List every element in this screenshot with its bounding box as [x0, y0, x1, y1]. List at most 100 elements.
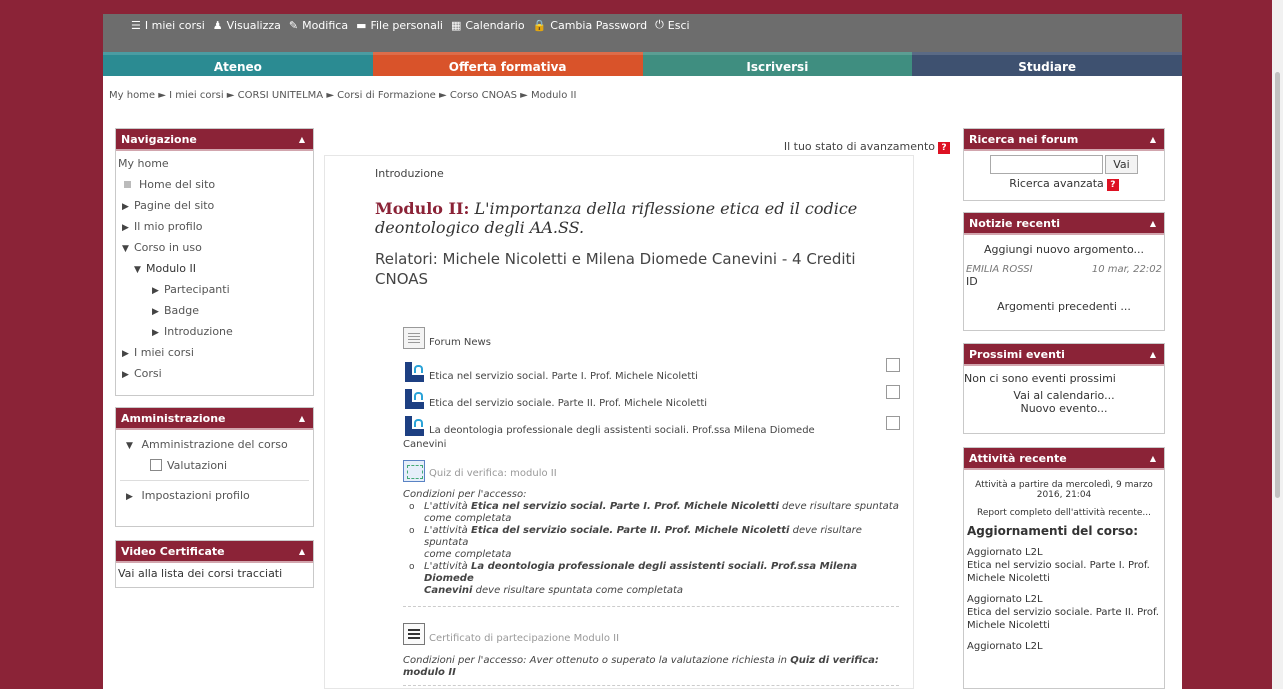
- completion-checkbox-2[interactable]: [886, 385, 900, 399]
- nav-label: Badge: [164, 304, 200, 317]
- help-icon[interactable]: ?: [1106, 179, 1119, 191]
- news-header[interactable]: Notizie recenti ▲: [964, 213, 1164, 235]
- advanced-search-link[interactable]: Ricerca avanzata: [1009, 177, 1104, 190]
- calendar-link[interactable]: Vai al calendario...: [964, 389, 1164, 402]
- grades-item[interactable]: Valutazioni: [120, 455, 309, 476]
- scrollbar-thumb[interactable]: [1275, 72, 1280, 498]
- activity-l2l-1[interactable]: Etica nel servizio social. Parte I. Prof…: [403, 361, 698, 383]
- menu-item-0[interactable]: Ateneo: [103, 52, 373, 76]
- activity-label-cont: Canevini: [403, 439, 447, 450]
- cond-activity: Etica nel servizio social. Parte I. Prof…: [471, 501, 779, 512]
- certificate-conditions: Condizioni per l'accesso: Aver ottenuto …: [403, 655, 903, 679]
- square-icon: [124, 181, 131, 188]
- recent-since-line: Attività a partire da mercoledì, 9 marzo: [975, 480, 1153, 490]
- full-report-link[interactable]: Report completo dell'attività recente...: [964, 508, 1164, 518]
- certificate-label: Certificato di partecipazione Modulo II: [429, 632, 620, 644]
- forum-search-header[interactable]: Ricerca nei forum ▲: [964, 129, 1164, 151]
- update-link[interactable]: Etica nel servizio social. Parte I. Prof…: [967, 559, 1161, 585]
- activity-quiz[interactable]: Quiz di verifica: modulo II: [403, 460, 557, 482]
- course-admin-item[interactable]: ▼ Amministrazione del corso: [120, 434, 309, 455]
- top-link-pencil[interactable]: ✎ Modifica: [289, 18, 348, 32]
- collapse-icon[interactable]: ▲: [299, 129, 305, 151]
- menu-item-1[interactable]: Offerta formativa: [372, 52, 643, 76]
- add-topic-link[interactable]: Aggiungi nuovo argomento...: [964, 243, 1164, 256]
- forum-search-block: Ricerca nei forum ▲ Vai Ricerca avanzata?: [963, 128, 1165, 201]
- forum-search-input[interactable]: [990, 155, 1104, 174]
- collapse-icon[interactable]: ▲: [1150, 129, 1156, 151]
- nav-label: Il mio profilo: [134, 220, 203, 233]
- activity-l2l-2[interactable]: Etica del servizio sociale. Parte II. Pr…: [403, 388, 707, 410]
- navigation-header[interactable]: Navigazione ▲: [116, 129, 313, 151]
- video-certificate-header[interactable]: Video Certificate ▲: [116, 541, 313, 563]
- activity-certificate[interactable]: Certificato di partecipazione Modulo II: [403, 623, 619, 645]
- nav-item-my-home[interactable]: My home: [118, 153, 311, 174]
- completion-checkbox-3[interactable]: [886, 416, 900, 430]
- nav-label: Corso in uso: [134, 241, 202, 254]
- collapse-icon[interactable]: ▲: [299, 541, 305, 563]
- nav-item-module[interactable]: ▼ Modulo II: [118, 258, 311, 279]
- collapse-icon[interactable]: ▲: [1150, 213, 1156, 235]
- top-link-folder[interactable]: ▬ File personali: [356, 18, 443, 32]
- condition-item: L'attività Etica del servizio sociale. P…: [409, 525, 903, 561]
- profile-settings-item[interactable]: ▶ Impostazioni profilo: [120, 480, 309, 510]
- tracked-courses-link[interactable]: Vai alla lista dei corsi tracciati: [118, 567, 282, 580]
- update-title: Aggiornato L2L: [967, 641, 1043, 652]
- update-link[interactable]: Etica del servizio sociale. Parte II. Pr…: [967, 606, 1161, 632]
- breadcrumb[interactable]: My home ► I miei corsi ► CORSI UNITELMA …: [109, 90, 576, 101]
- recent-activity-header[interactable]: Attività recente ▲: [964, 448, 1164, 470]
- nav-item-my-profile[interactable]: ▶ Il mio profilo: [118, 216, 311, 237]
- completion-checkbox-1[interactable]: [886, 358, 900, 372]
- progress-status-label: Il tuo stato di avanzamento: [783, 140, 935, 153]
- nav-item-courses[interactable]: ▶ Corsi: [118, 363, 311, 384]
- news-item-title[interactable]: ID: [964, 275, 1164, 288]
- nav-item-introduction[interactable]: ▶ Introduzione: [118, 321, 311, 342]
- divider: [403, 606, 899, 607]
- activity-forum[interactable]: Forum News: [403, 327, 491, 349]
- administration-header[interactable]: Amministrazione ▲: [116, 408, 313, 430]
- nav-label: I miei corsi: [134, 346, 194, 359]
- top-link-lock[interactable]: 🔒 Cambia Password: [533, 18, 648, 32]
- update-item: Aggiornato L2L Etica nel servizio social.…: [964, 538, 1164, 585]
- nav-label: Introduzione: [164, 325, 233, 338]
- nav-label: Partecipanti: [164, 283, 230, 296]
- top-link-power[interactable]: ⏻ Esci: [655, 18, 690, 32]
- quiz-conditions: Condizioni per l'accesso: L'attività Eti…: [403, 489, 903, 597]
- activity-l2l-3[interactable]: La deontologia professionale degli assis…: [403, 415, 815, 437]
- nav-item-my-courses[interactable]: ▶ I miei corsi: [118, 342, 311, 363]
- certificate-icon: [403, 623, 425, 645]
- nav-item-current-course[interactable]: ▼ Corso in uso: [118, 237, 311, 258]
- top-link-label: Calendario: [465, 18, 525, 32]
- collapse-icon[interactable]: ▲: [1150, 344, 1156, 366]
- main-content: Introduzione Modulo II: L'importanza del…: [324, 155, 914, 689]
- top-link-list[interactable]: ☰ I miei corsi: [131, 18, 205, 32]
- events-block: Prossimi eventi ▲ Non ci sono eventi pros…: [963, 343, 1165, 434]
- top-link-user[interactable]: ♟ Visualizza: [213, 18, 281, 32]
- nav-item-site-pages[interactable]: ▶ Pagine del sito: [118, 195, 311, 216]
- top-links: ☰ I miei corsi ♟ Visualizza ✎ Modifica ▬ File p…: [131, 18, 690, 32]
- collapse-icon[interactable]: ▲: [1150, 448, 1156, 470]
- page-scrollbar[interactable]: [1272, 0, 1283, 689]
- events-header[interactable]: Prossimi eventi ▲: [964, 344, 1164, 366]
- activity-label: Etica del servizio sociale. Parte II. Pr…: [429, 397, 708, 409]
- menu-item-2[interactable]: Iscriversi: [642, 52, 913, 76]
- nav-label: Corsi: [134, 367, 162, 380]
- grades-label: Valutazioni: [167, 459, 228, 472]
- l2l-icon: [403, 361, 425, 383]
- forum-search-button[interactable]: Vai: [1105, 155, 1138, 174]
- menu-item-3[interactable]: Studiare: [912, 52, 1182, 76]
- grades-icon: [150, 459, 162, 471]
- collapse-icon[interactable]: ▲: [299, 408, 305, 430]
- cond-text: come completata: [424, 513, 512, 524]
- video-certificate-block: Video Certificate ▲ Vai alla lista dei co…: [115, 540, 314, 588]
- older-topics-link[interactable]: Argomenti precedenti ...: [964, 300, 1164, 313]
- nav-item-participants[interactable]: ▶ Partecipanti: [118, 279, 311, 300]
- forum-label: Forum News: [429, 336, 491, 348]
- new-event-link[interactable]: Nuovo evento...: [964, 402, 1164, 415]
- top-link-calendar[interactable]: ▦ Calendario: [451, 18, 525, 32]
- nav-item-badge[interactable]: ▶ Badge: [118, 300, 311, 321]
- cond-text: L'attività: [424, 525, 471, 536]
- news-block: Notizie recenti ▲ Aggiungi nuovo argoment…: [963, 212, 1165, 331]
- nav-item-site-home[interactable]: Home del sito: [118, 174, 311, 195]
- top-bar: ☰ I miei corsi ♟ Visualizza ✎ Modifica ▬ File p…: [103, 0, 1182, 52]
- help-icon[interactable]: ?: [938, 142, 950, 154]
